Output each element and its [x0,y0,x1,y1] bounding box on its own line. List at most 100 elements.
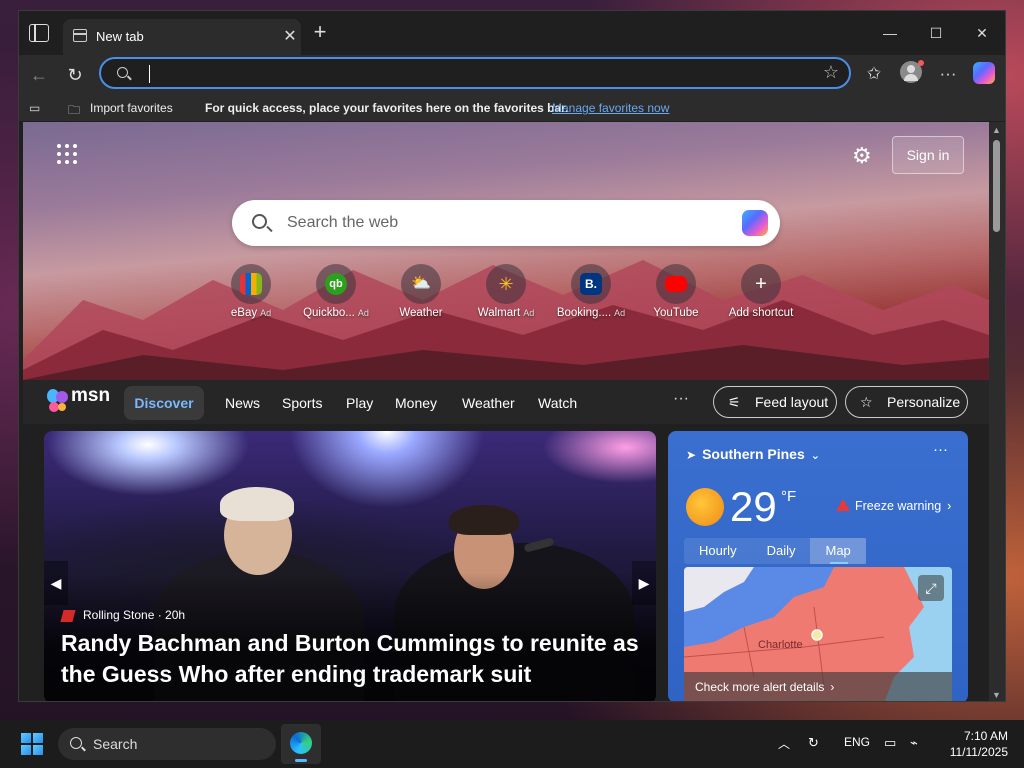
story-headline[interactable]: Randy Bachman and Burton Cummings to reu… [61,628,651,690]
alert-details-link[interactable]: Check more alert details › [684,672,952,701]
tab-play[interactable]: Play [346,395,373,411]
shortcut-add[interactable]: + Add shortcut [723,264,799,319]
import-favorites-link[interactable]: Import favorites [90,101,173,115]
personalize-label: Personalize [887,394,961,410]
shortcut-youtube[interactable]: YouTube [638,264,714,319]
tab-news[interactable]: News [225,395,260,411]
weather-card: ➤ Southern Pines ⌄ ··· 29 °F Freeze warnin… [668,431,968,701]
scroll-up-icon[interactable]: ▲ [992,125,1001,135]
more-options-icon[interactable]: ··· [935,64,961,84]
tab-money[interactable]: Money [395,395,437,411]
address-bar[interactable]: ☆ [99,57,851,89]
expand-map-icon[interactable]: ⤢ [918,575,944,601]
favorite-star-icon[interactable]: ☆ [823,62,839,83]
tab-hourly[interactable]: Hourly [684,538,752,564]
more-tabs-icon[interactable]: ··· [673,390,689,408]
screen-icon[interactable]: ▭ [884,735,896,751]
page-scrollbar[interactable]: ▲ ▼ [989,122,1005,701]
edge-icon [290,732,312,754]
tab-daily[interactable]: Daily [752,538,811,564]
taskbar: Search ︿ ↻ ENG ▭ ⌁ 7:10 AM 11/11/2025 [0,720,1024,768]
tab-actions-icon[interactable] [29,24,49,42]
shortcut-label: Booking.... [556,307,612,319]
personalize-button[interactable]: ☆ Personalize [845,386,968,418]
manage-favorites-link[interactable]: Manage favorites now [552,101,669,115]
profile-button[interactable] [898,60,924,83]
windows-start-icon[interactable] [21,733,43,755]
feed-layout-button[interactable]: ⚟ Feed layout [713,386,837,418]
ad-badge: Ad [614,308,626,318]
copilot-button[interactable] [971,62,997,84]
tab-weather[interactable]: Weather [462,395,515,411]
language-indicator[interactable]: ENG [844,735,870,749]
ad-badge: Ad [357,308,369,318]
tab-watch[interactable]: Watch [538,395,577,411]
msn-feed-bar: msn Discover News Sports Play Money Weat… [23,380,989,424]
tab-map[interactable]: Map [810,538,866,564]
scroll-down-icon[interactable]: ▼ [992,690,1001,700]
shortcut-label: eBay [230,307,258,319]
back-button[interactable]: ← [27,63,51,87]
refresh-button[interactable]: ↻ [63,63,87,87]
top-story-card[interactable]: ◀ ▶ Rolling Stone · 20h Randy Bachman an… [44,431,656,701]
new-tab-button[interactable]: + [309,21,331,43]
performer-right-hair [449,505,519,535]
ebay-icon [240,273,262,295]
address-input[interactable] [153,63,793,85]
scrollbar-thumb[interactable] [993,140,1000,232]
new-tab-page: ⚙ Sign in eBayAd qb Quickbo...Ad ⛅ Weath… [23,122,989,701]
avatar-head [907,65,915,73]
butterfly-wing-upper-right [56,391,68,403]
weather-icon: ⛅ [411,275,431,292]
close-window-button[interactable]: ✕ [959,19,1005,47]
edge-taskbar-app[interactable] [281,724,321,764]
favorites-icon[interactable]: ✩ [861,64,887,84]
more-options-icon[interactable]: ··· [933,441,948,458]
weather-tabs: Hourly Daily Map [684,538,866,564]
tab-new-tab[interactable]: New tab ✕ [63,19,301,55]
clock-date: 11/11/2025 [949,745,1008,759]
web-search-input[interactable] [287,211,707,235]
system-clock[interactable]: 7:10 AM 11/11/2025 [922,728,1008,760]
shortcut-booking[interactable]: B. Booking.... Ad [553,264,629,319]
clock-time: 7:10 AM [963,729,1008,743]
favorites-bar-icon[interactable]: ▭ [29,101,40,115]
shortcut-quickbooks[interactable]: qb Quickbo... Ad [298,264,374,319]
weather-location[interactable]: ➤ Southern Pines ⌄ [686,446,820,462]
tab-sports[interactable]: Sports [282,395,322,411]
import-folder-icon: 🗀 [68,103,81,117]
youtube-icon [665,276,687,292]
settings-gear-icon[interactable]: ⚙ [852,143,872,169]
sparkle-star-icon: ☆ [860,394,873,410]
network-icon[interactable]: ⌁ [910,735,918,751]
butterfly-wing-lower-right [58,403,66,411]
copilot-icon[interactable] [742,210,768,236]
freeze-warning-link[interactable]: Freeze warning › [836,499,951,513]
web-search-box[interactable] [232,200,780,246]
location-marker [811,629,823,641]
msn-brand[interactable]: msn [71,385,110,407]
search-icon [117,67,128,78]
new-tab-page-icon [73,29,87,42]
title-bar: New tab ✕ + — ☐ ✕ [19,11,1005,55]
taskbar-search[interactable]: Search [58,728,276,760]
map-city-label: Charlotte [758,639,803,651]
shortcut-weather[interactable]: ⛅ Weather [383,264,459,319]
next-story-button[interactable]: ▶ [632,561,656,605]
browser-toolbar: ← ↻ ☆ ✩ ··· [19,55,1005,95]
avatar [900,60,924,83]
maximize-button[interactable]: ☐ [913,19,959,47]
sync-alert-icon[interactable]: ↻ [808,735,819,751]
chevron-right-icon: › [830,680,835,694]
shortcut-ebay[interactable]: eBay Ad [213,264,289,319]
close-tab-icon[interactable]: ✕ [279,27,301,47]
sign-in-button[interactable]: Sign in [892,136,964,174]
tab-discover[interactable]: Discover [124,386,204,420]
shortcut-walmart[interactable]: ✳ Walmart Ad [468,264,544,319]
shortcut-label: Add shortcut [728,307,794,319]
copilot-icon [973,62,995,84]
chevron-up-icon[interactable]: ︿ [778,735,790,752]
minimize-button[interactable]: — [867,19,913,47]
app-launcher-icon[interactable] [57,144,77,164]
previous-story-button[interactable]: ◀ [44,561,68,605]
